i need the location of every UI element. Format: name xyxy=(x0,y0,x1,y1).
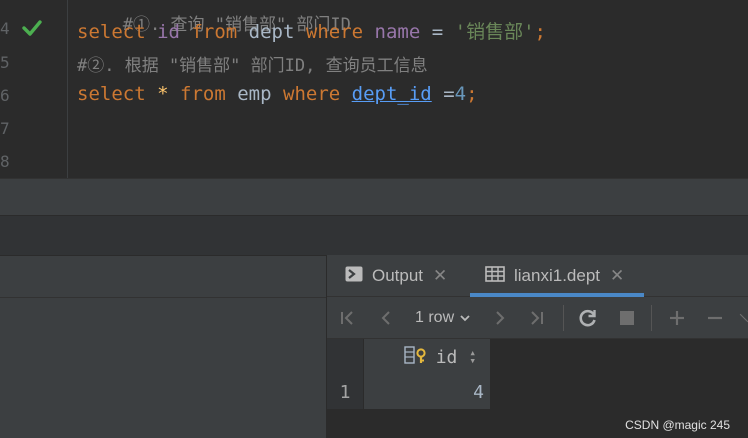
row-count-label: 1 row xyxy=(415,309,455,326)
services-tree-header xyxy=(0,256,326,298)
console-icon xyxy=(345,266,363,287)
services-tree-pane[interactable] xyxy=(0,255,326,438)
tab-output[interactable]: Output ✕ xyxy=(345,255,447,297)
code-line-6[interactable]: select * from emp where dept_id =4; xyxy=(77,83,478,105)
keyword: select xyxy=(77,83,146,105)
sort-icon[interactable]: ▴ ▾ xyxy=(469,347,476,366)
stop-icon[interactable] xyxy=(616,297,638,339)
close-icon[interactable]: ✕ xyxy=(610,266,624,286)
column-header-id[interactable]: id ▴ ▾ xyxy=(363,339,490,375)
first-page-icon[interactable] xyxy=(337,297,359,339)
table-name: emp xyxy=(237,83,272,105)
results-pane: Output ✕ lianxi1.dept ✕ 1 row id ▴ ▾ 1 4 xyxy=(327,255,748,438)
next-page-icon[interactable] xyxy=(489,297,511,339)
wildcard: * xyxy=(157,83,169,105)
column-name: name xyxy=(374,21,421,43)
string-literal: '销售部' xyxy=(454,21,535,43)
keyword: select xyxy=(77,21,146,43)
sql-editor[interactable]: 4 5 6 7 8 #①. 查询 "销售部" 部门ID select id fr… xyxy=(0,0,748,178)
close-icon[interactable]: ✕ xyxy=(433,266,447,286)
table-icon xyxy=(485,265,505,287)
refresh-icon[interactable] xyxy=(576,297,600,339)
keyword: from xyxy=(191,21,238,43)
line-number: 4 xyxy=(0,19,10,38)
chevron-down-icon xyxy=(460,315,470,322)
tab-lianxi1-dept[interactable]: lianxi1.dept ✕ xyxy=(485,255,624,297)
toolbar-separator xyxy=(563,305,564,331)
comment-text: #②. 根据 "销售部" 部门ID, 查询员工信息 xyxy=(77,56,428,76)
grid-corner[interactable] xyxy=(327,339,363,375)
check-icon[interactable] xyxy=(22,18,42,38)
keyword: where xyxy=(305,21,364,43)
results-tabs: Output ✕ lianxi1.dept ✕ xyxy=(327,255,748,297)
code-line-5[interactable]: #②. 根据 "销售部" 部门ID, 查询员工信息 xyxy=(77,51,428,76)
row-count-dropdown[interactable]: 1 row xyxy=(415,297,471,339)
primary-key-icon xyxy=(403,345,430,370)
line-number: 8 xyxy=(0,152,10,171)
line-number: 7 xyxy=(0,119,10,138)
delete-row-icon[interactable] xyxy=(704,297,726,339)
column-name: id xyxy=(157,21,180,43)
prev-page-icon[interactable] xyxy=(375,297,397,339)
line-number: 5 xyxy=(0,53,10,72)
code-line-4[interactable]: select id from dept where name = '销售部'; xyxy=(77,17,546,44)
keyword: from xyxy=(180,83,226,105)
results-toolbar: 1 row xyxy=(327,297,748,339)
semicolon: ; xyxy=(466,83,478,105)
operator: = xyxy=(443,83,455,105)
grid-cell-id[interactable]: 4 xyxy=(363,375,490,409)
add-row-icon[interactable] xyxy=(666,297,688,339)
keyword: where xyxy=(283,83,341,105)
table-name: dept xyxy=(248,21,295,43)
tab-label: Output xyxy=(372,266,424,285)
line-number: 6 xyxy=(0,86,10,105)
last-page-icon[interactable] xyxy=(525,297,547,339)
operator: = xyxy=(431,21,444,43)
more-icon[interactable] xyxy=(739,297,748,339)
services-header-strip xyxy=(0,215,748,255)
column-link[interactable]: dept_id xyxy=(352,83,432,105)
tab-label: lianxi1.dept xyxy=(514,266,601,285)
editor-gutter: 4 5 6 7 8 xyxy=(0,0,68,178)
row-number[interactable]: 1 xyxy=(327,375,363,409)
column-header-label: id xyxy=(435,346,458,368)
watermark: CSDN @magic 245 xyxy=(625,418,730,432)
editor-status-strip xyxy=(0,178,748,215)
semicolon: ; xyxy=(534,21,546,43)
toolbar-separator xyxy=(651,305,652,331)
number-literal: 4 xyxy=(454,83,467,105)
